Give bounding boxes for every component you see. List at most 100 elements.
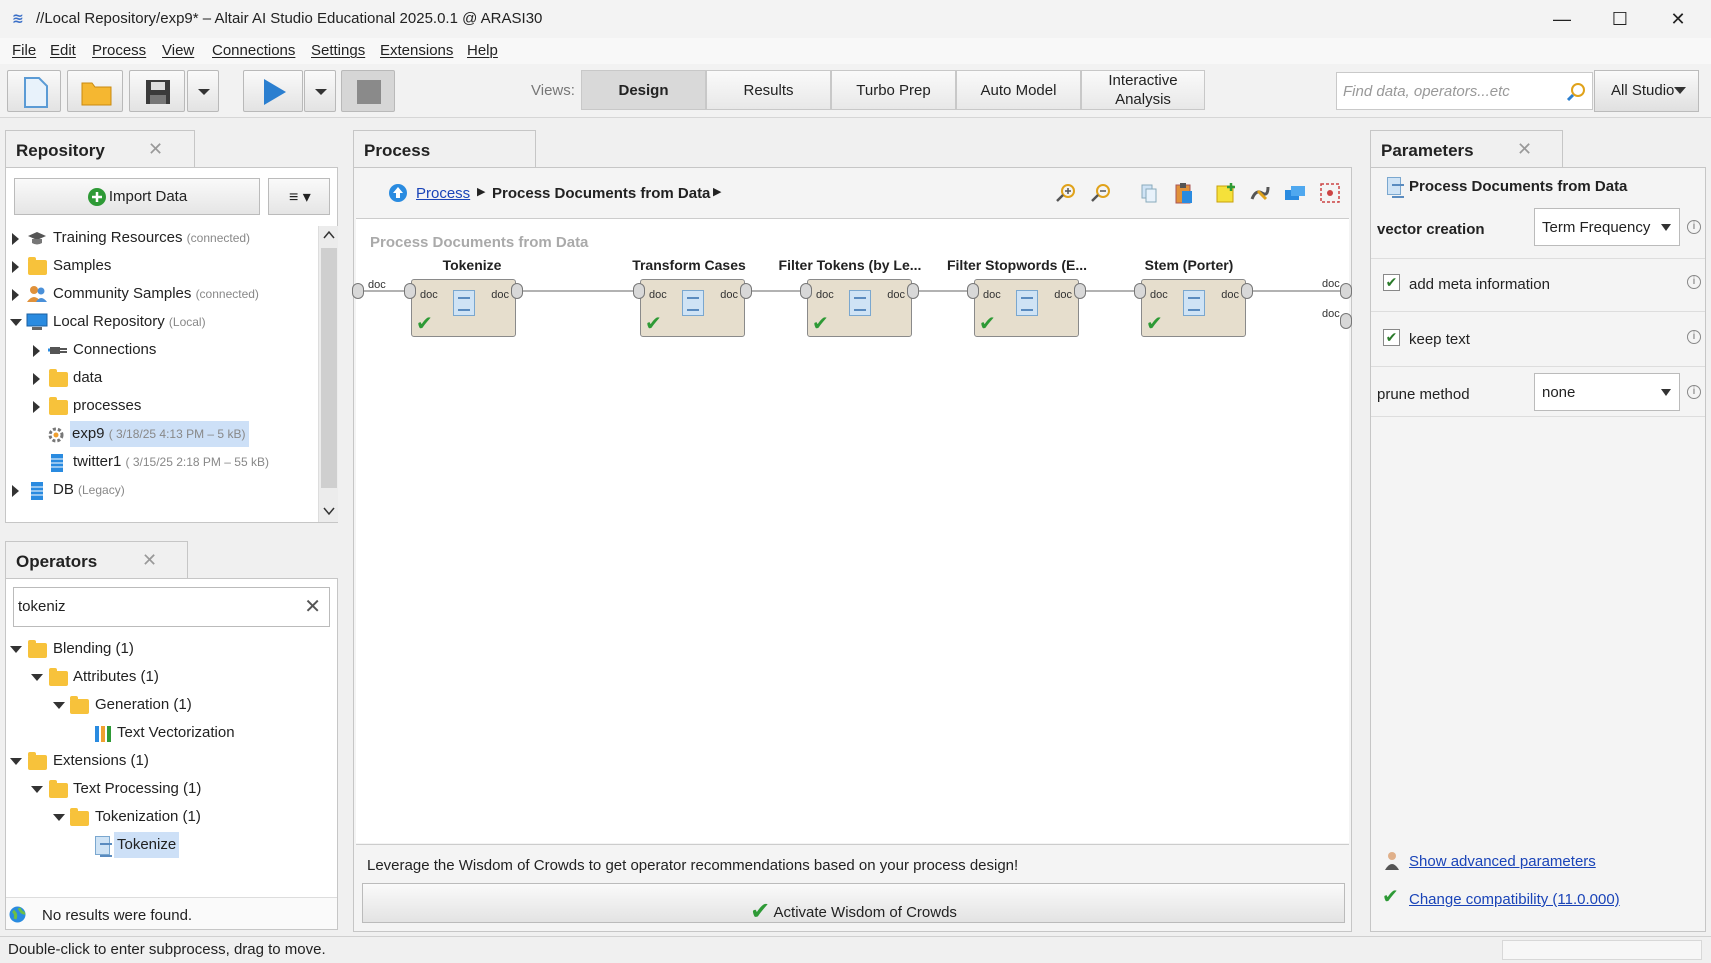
operator-box[interactable]: doc doc ✔: [640, 279, 745, 337]
info-icon[interactable]: i: [1687, 330, 1701, 344]
show-advanced-parameters-link[interactable]: Show advanced parameters: [1409, 853, 1596, 870]
close-button[interactable]: ✕: [1656, 4, 1700, 34]
tree-item-exp9[interactable]: exp9 ( 3/18/25 4:13 PM – 5 kB): [6, 421, 316, 448]
tree-item-db[interactable]: DB (Legacy): [6, 478, 316, 504]
info-icon[interactable]: i: [1687, 275, 1701, 289]
subprocess-input-port[interactable]: [352, 283, 364, 299]
close-icon[interactable]: ✕: [148, 139, 163, 160]
output-port[interactable]: [511, 283, 523, 299]
menu-file[interactable]: File: [12, 42, 36, 59]
zoom-out-icon[interactable]: [1089, 182, 1113, 204]
chevron-up-icon[interactable]: [323, 230, 335, 240]
repository-menu-button[interactable]: ≡ ▾: [268, 178, 330, 215]
run-process-button[interactable]: [243, 70, 303, 112]
run-options-button[interactable]: [304, 70, 336, 112]
process-canvas[interactable]: Process Documents from Data doc Tokenize…: [352, 218, 1352, 843]
output-port[interactable]: [1241, 283, 1253, 299]
view-tab-design[interactable]: Design: [581, 70, 706, 110]
zoom-in-icon[interactable]: [1054, 182, 1078, 204]
collapse-icon[interactable]: [10, 758, 22, 765]
repository-tab[interactable]: Repository ✕: [5, 130, 195, 168]
expand-icon[interactable]: [12, 485, 19, 497]
tree-item-processes[interactable]: processes: [6, 394, 316, 420]
operator-box[interactable]: doc doc ✔: [411, 279, 516, 337]
tree-item-twitter1[interactable]: twitter1 ( 3/15/25 2:18 PM – 55 kB): [6, 450, 316, 476]
repository-scrollbar[interactable]: [318, 226, 338, 522]
operators-tab[interactable]: Operators ✕: [5, 541, 188, 579]
arrange-operators-icon[interactable]: [1283, 181, 1307, 205]
close-icon[interactable]: ✕: [1517, 139, 1532, 160]
maximize-button[interactable]: ☐: [1598, 4, 1642, 34]
expand-icon[interactable]: [33, 345, 40, 357]
prune-method-select[interactable]: none: [1534, 373, 1680, 411]
output-port[interactable]: [740, 283, 752, 299]
output-port[interactable]: [1074, 283, 1086, 299]
auto-wire-icon[interactable]: [1248, 181, 1272, 205]
search-icon[interactable]: [1566, 82, 1586, 102]
expand-icon[interactable]: [33, 401, 40, 413]
collapse-icon[interactable]: [10, 646, 22, 653]
tree-item-community-samples[interactable]: Community Samples (connected): [6, 282, 316, 308]
parameters-tab[interactable]: Parameters ✕: [1370, 130, 1563, 168]
operator-box[interactable]: doc doc ✔: [807, 279, 912, 337]
new-process-button[interactable]: [7, 70, 61, 112]
input-port[interactable]: [404, 283, 416, 299]
paste-icon[interactable]: [1172, 181, 1196, 205]
input-port[interactable]: [1134, 283, 1146, 299]
open-process-button[interactable]: [67, 70, 123, 112]
save-options-button[interactable]: [187, 70, 219, 112]
collapse-icon[interactable]: [53, 702, 65, 709]
expand-icon[interactable]: [12, 233, 19, 245]
menu-help[interactable]: Help: [467, 42, 498, 59]
op-tree-blending[interactable]: Blending (1): [6, 637, 326, 663]
fit-to-screen-icon[interactable]: [1318, 181, 1342, 205]
process-tab[interactable]: Process: [353, 130, 536, 168]
input-port[interactable]: [633, 283, 645, 299]
view-tab-results[interactable]: Results: [706, 70, 831, 110]
view-tab-turbo-prep[interactable]: Turbo Prep: [831, 70, 956, 110]
collapse-icon[interactable]: [31, 674, 43, 681]
subprocess-output-port[interactable]: [1340, 313, 1352, 329]
op-tree-attributes[interactable]: Attributes (1): [6, 665, 326, 691]
chevron-down-icon[interactable]: [323, 506, 335, 516]
clear-search-icon[interactable]: ✕: [304, 594, 321, 619]
close-icon[interactable]: ✕: [142, 550, 157, 571]
keep-text-checkbox[interactable]: ✔: [1383, 329, 1400, 346]
info-icon[interactable]: i: [1687, 385, 1701, 399]
copy-icon[interactable]: [1137, 182, 1161, 204]
collapse-icon[interactable]: [53, 814, 65, 821]
input-port[interactable]: [800, 283, 812, 299]
global-search-input[interactable]: Find data, operators...etc: [1336, 72, 1593, 110]
view-tab-interactive-analysis[interactable]: Interactive Analysis: [1081, 70, 1205, 110]
activate-wisdom-button[interactable]: ✔ Activate Wisdom of Crowds: [362, 883, 1345, 925]
op-tree-text-processing[interactable]: Text Processing (1): [6, 777, 326, 803]
import-data-button[interactable]: Import Data: [14, 178, 260, 215]
tree-item-connections[interactable]: Connections: [6, 338, 316, 364]
up-arrow-icon[interactable]: [388, 183, 408, 203]
operator-box[interactable]: doc doc ✔: [974, 279, 1079, 337]
op-tree-tokenization[interactable]: Tokenization (1): [6, 805, 326, 831]
view-tab-auto-model[interactable]: Auto Model: [956, 70, 1081, 110]
breadcrumb-process-link[interactable]: Process: [416, 185, 470, 202]
op-tree-extensions[interactable]: Extensions (1): [6, 749, 326, 775]
menu-extensions[interactable]: Extensions: [380, 42, 453, 59]
tree-item-data[interactable]: data: [6, 366, 316, 392]
operator-search-input[interactable]: tokeniz ✕: [13, 587, 330, 627]
vector-creation-select[interactable]: Term Frequency: [1534, 208, 1680, 246]
collapse-icon[interactable]: [10, 319, 22, 326]
search-scope-dropdown[interactable]: All Studio: [1594, 70, 1699, 112]
expand-icon[interactable]: [12, 289, 19, 301]
op-tree-generation[interactable]: Generation (1): [6, 693, 326, 719]
menu-edit[interactable]: Edit: [50, 42, 76, 59]
input-port[interactable]: [967, 283, 979, 299]
expand-icon[interactable]: [33, 373, 40, 385]
scrollbar-thumb[interactable]: [321, 248, 337, 488]
add-note-icon[interactable]: [1214, 181, 1238, 205]
add-meta-checkbox[interactable]: ✔: [1383, 274, 1400, 291]
op-tree-tokenize[interactable]: Tokenize: [6, 832, 326, 859]
menu-view[interactable]: View: [162, 42, 194, 59]
stop-process-button[interactable]: [341, 70, 395, 112]
tree-item-training-resources[interactable]: Training Resources (connected): [6, 226, 316, 252]
collapse-icon[interactable]: [31, 786, 43, 793]
menu-process[interactable]: Process: [92, 42, 146, 59]
